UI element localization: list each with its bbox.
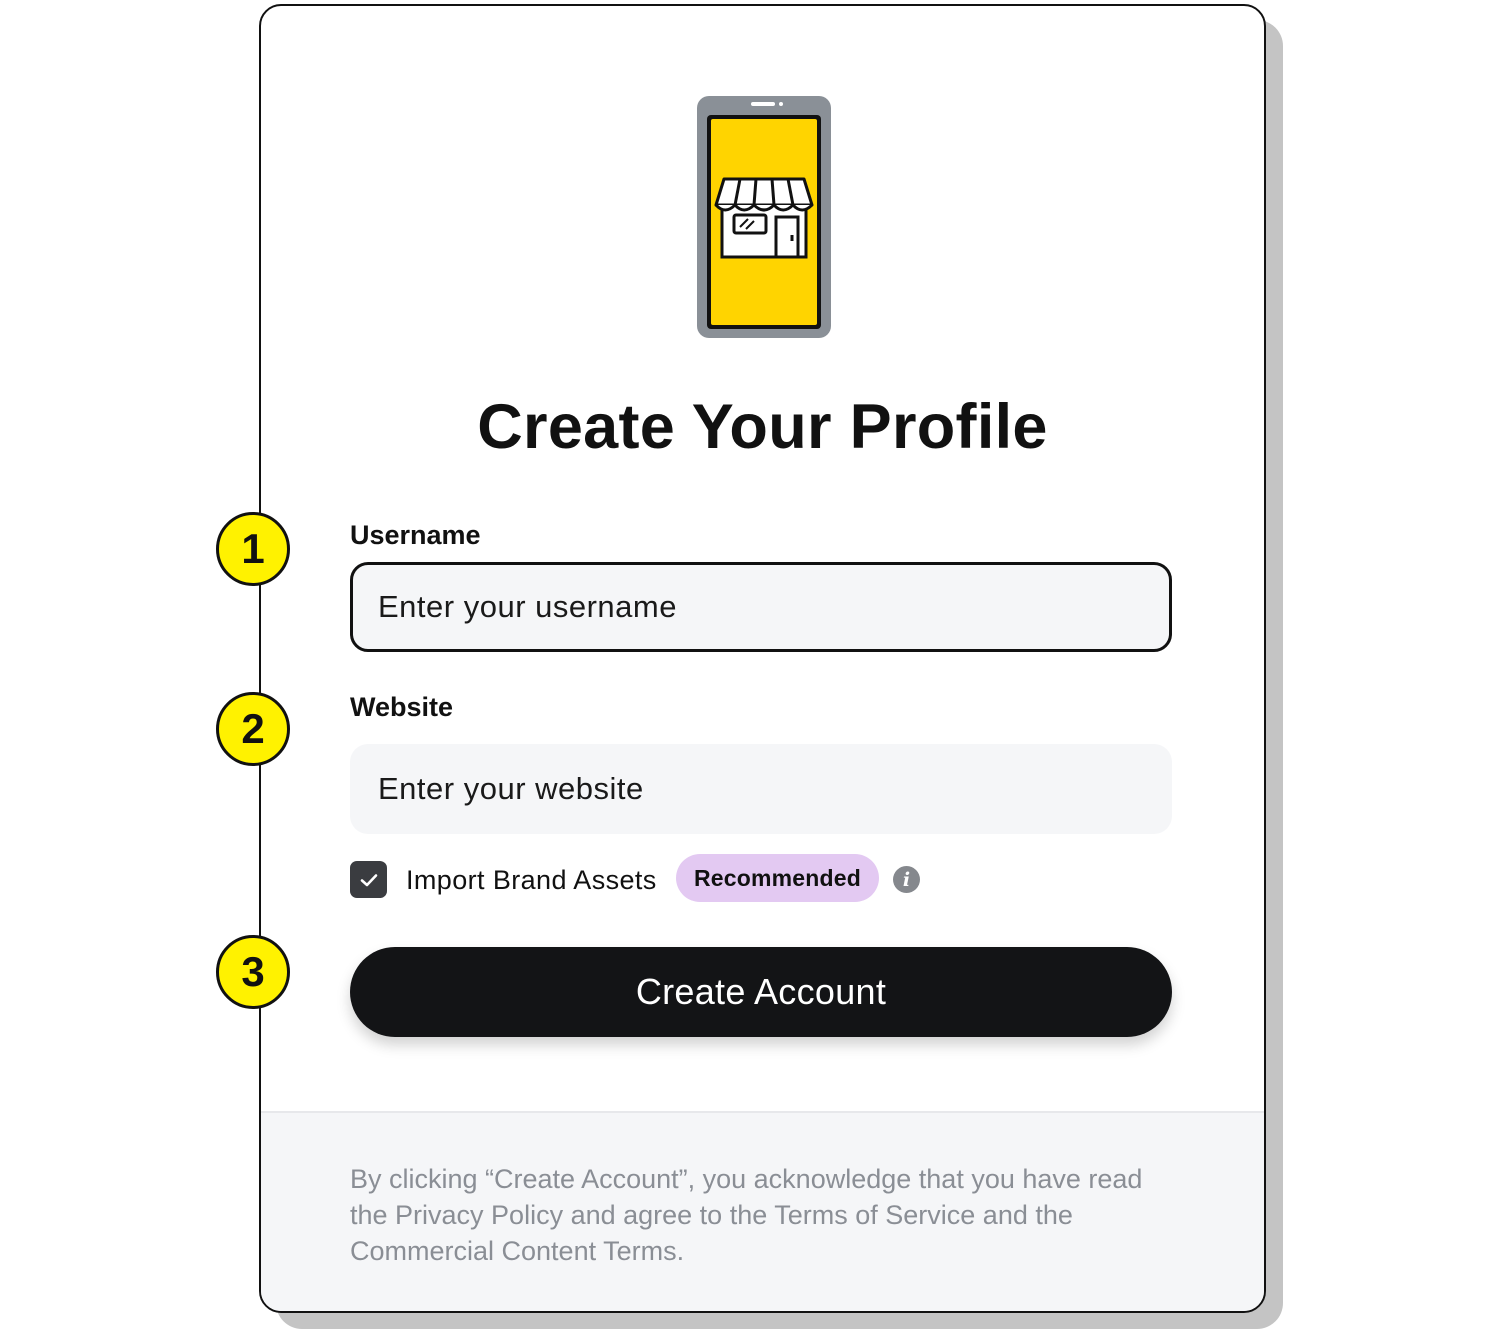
storefront-on-phone-icon (694, 93, 834, 346)
create-profile-card: Create Your Profile Username Website Imp… (259, 4, 1266, 1313)
info-icon[interactable]: i (893, 866, 920, 893)
page-title: Create Your Profile (477, 392, 1048, 462)
card-footer: By clicking “Create Account”, you acknow… (261, 1111, 1264, 1311)
callout-step-1: 1 (216, 512, 290, 586)
checkmark-icon (360, 873, 377, 886)
username-input[interactable] (350, 562, 1172, 652)
import-brand-assets-label[interactable]: Import Brand Assets (406, 861, 657, 899)
create-account-button[interactable]: Create Account (350, 947, 1172, 1037)
website-input[interactable] (350, 744, 1172, 834)
callout-step-3: 3 (216, 935, 290, 1009)
username-label: Username (350, 520, 481, 550)
recommended-badge: Recommended (676, 854, 879, 902)
website-label: Website (350, 692, 454, 722)
import-brand-assets-checkbox[interactable] (350, 861, 387, 898)
terms-disclaimer: By clicking “Create Account”, you acknow… (350, 1164, 1143, 1266)
callout-step-2: 2 (216, 692, 290, 766)
